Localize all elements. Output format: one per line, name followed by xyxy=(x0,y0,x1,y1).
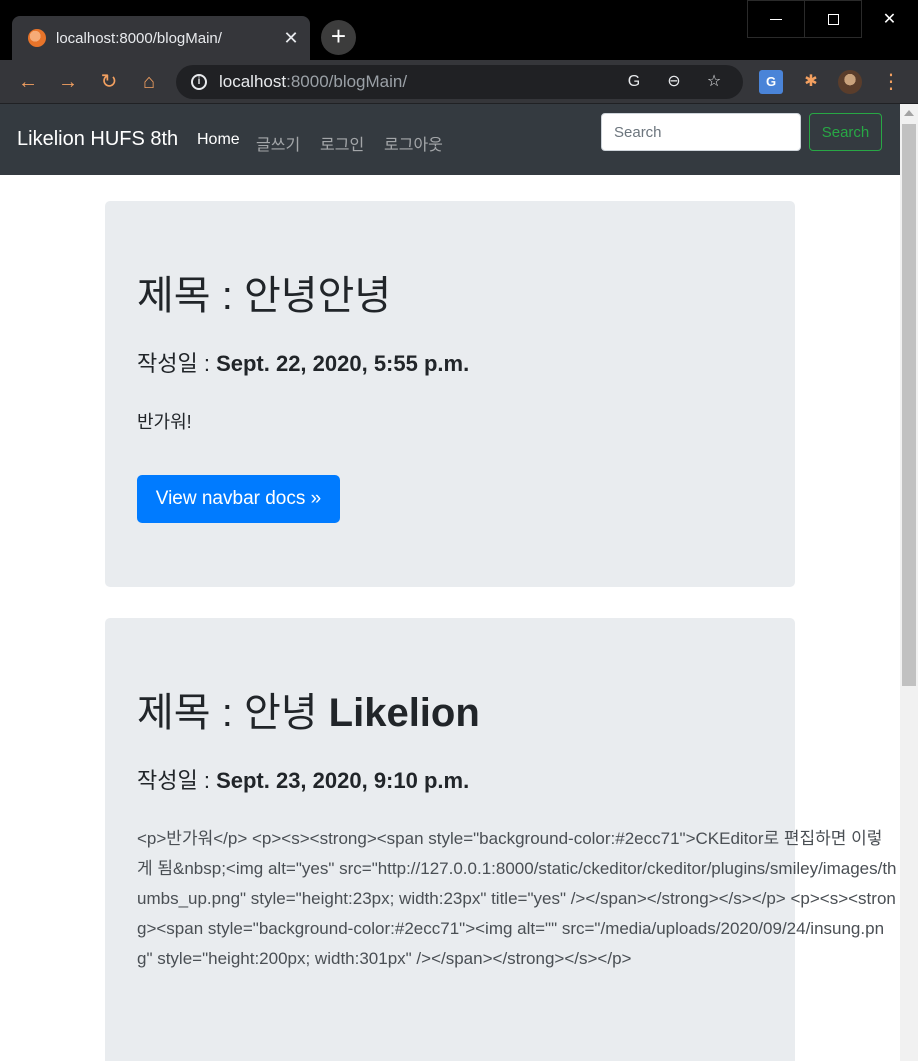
forward-arrow-icon[interactable]: → xyxy=(55,69,81,95)
translate-icon[interactable]: G xyxy=(623,71,645,93)
post-date: 작성일 : Sept. 23, 2020, 9:10 p.m. xyxy=(137,768,470,793)
navbar: Likelion HUFS 8th Home 글쓰기 로그인 로그아웃 Sear… xyxy=(0,104,900,175)
nav-link-logout[interactable]: 로그아웃 xyxy=(384,131,443,155)
scroll-up-arrow-icon[interactable] xyxy=(904,110,914,116)
browser-titlebar: localhost:8000/blogMain/ ✕ + ✕ xyxy=(0,0,918,60)
bookmark-star-icon[interactable]: ☆ xyxy=(703,71,725,93)
maximize-icon xyxy=(827,13,839,25)
info-icon[interactable]: i xyxy=(191,74,207,90)
nav-link-login[interactable]: 로그인 xyxy=(320,131,364,155)
reload-icon[interactable]: ↻ xyxy=(96,69,122,95)
post-card: 제목 : 안녕안녕 작성일 : Sept. 22, 2020, 5:55 p.m… xyxy=(105,201,795,587)
minimize-icon xyxy=(770,18,782,20)
tab-close-icon[interactable]: ✕ xyxy=(278,28,304,49)
back-arrow-icon[interactable]: ← xyxy=(15,69,41,95)
zoom-out-icon[interactable]: ⊖ xyxy=(663,71,685,93)
window-close-button[interactable]: ✕ xyxy=(861,0,918,38)
maximize-button[interactable] xyxy=(804,0,862,38)
scrollbar-thumb[interactable] xyxy=(902,124,916,686)
vertical-scrollbar[interactable] xyxy=(900,104,918,1061)
nav-link-home[interactable]: Home xyxy=(197,131,240,149)
post-title: 제목 : 안녕안녕 xyxy=(137,274,392,318)
home-icon[interactable]: ⌂ xyxy=(136,69,162,95)
profile-avatar[interactable] xyxy=(838,70,862,94)
nav-link-write[interactable]: 글쓰기 xyxy=(256,131,300,155)
globe-icon xyxy=(28,29,46,47)
extensions-puzzle-icon[interactable]: ✱ xyxy=(799,70,823,94)
minimize-button[interactable] xyxy=(747,0,805,38)
post-body-raw-html: <p>반가워</p> <p><s><strong><span style="ba… xyxy=(137,829,897,968)
menu-kebab-icon[interactable]: ⋮ xyxy=(879,70,903,94)
google-translate-extension-icon[interactable]: G xyxy=(759,70,783,94)
post-date: 작성일 : Sept. 22, 2020, 5:55 p.m. xyxy=(137,351,470,376)
post-body: 반가워! xyxy=(137,412,192,432)
search-input[interactable] xyxy=(601,113,801,151)
new-tab-button[interactable]: + xyxy=(321,20,356,55)
view-navbar-docs-button[interactable]: View navbar docs » xyxy=(137,475,340,523)
search-button[interactable]: Search xyxy=(809,113,882,151)
navbar-brand[interactable]: Likelion HUFS 8th xyxy=(17,128,178,151)
tab-title: localhost:8000/blogMain/ xyxy=(56,29,222,47)
page-viewport: Likelion HUFS 8th Home 글쓰기 로그인 로그아웃 Sear… xyxy=(0,104,918,1061)
browser-tab[interactable]: localhost:8000/blogMain/ ✕ xyxy=(12,16,310,60)
address-bar[interactable]: i localhost:8000/blogMain/ G ⊖ ☆ xyxy=(176,65,743,99)
url-text[interactable]: localhost:8000/blogMain/ xyxy=(219,72,623,92)
post-title: 제목 : 안녕 Likelion xyxy=(137,691,480,735)
browser-toolbar: ← → ↻ ⌂ i localhost:8000/blogMain/ G ⊖ ☆… xyxy=(0,60,918,104)
post-card: 제목 : 안녕 Likelion 작성일 : Sept. 23, 2020, 9… xyxy=(105,618,897,1061)
